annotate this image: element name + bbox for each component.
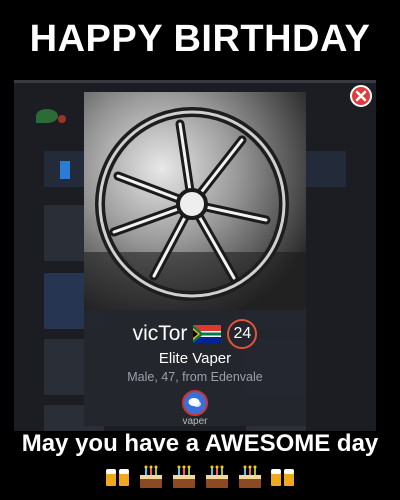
holly-decoration	[36, 109, 58, 123]
beer-mugs-icon	[105, 469, 129, 486]
truncated-label: vaper	[182, 416, 208, 427]
banner-title: HAPPY BIRTHDAY	[29, 17, 371, 60]
birthday-message: May you have a AWESOME day	[21, 430, 379, 457]
cake-icon	[172, 465, 195, 488]
cake-icon	[205, 465, 228, 488]
name-row: vicTor 24	[84, 316, 306, 352]
user-rank: Elite Vaper	[158, 350, 232, 367]
cake-icon	[238, 465, 261, 488]
south-africa-flag-icon	[193, 325, 222, 343]
banner: HAPPY BIRTHDAY	[0, 0, 400, 78]
beer-mugs-icon	[270, 469, 294, 486]
cake-icon	[139, 465, 162, 488]
emoji-row	[0, 462, 400, 494]
chat-bubble-icon[interactable]	[182, 390, 208, 416]
user-details: Male, 47, from Edenvale	[127, 370, 263, 384]
close-icon[interactable]	[350, 85, 372, 107]
username[interactable]: vicTor	[133, 322, 188, 346]
avatar[interactable]	[84, 92, 306, 310]
age-badge: 24	[227, 319, 258, 349]
holly-berry	[58, 115, 66, 123]
profile-card: vicTor 24 Elite Vaper Male, 47, from Ede…	[84, 92, 306, 427]
